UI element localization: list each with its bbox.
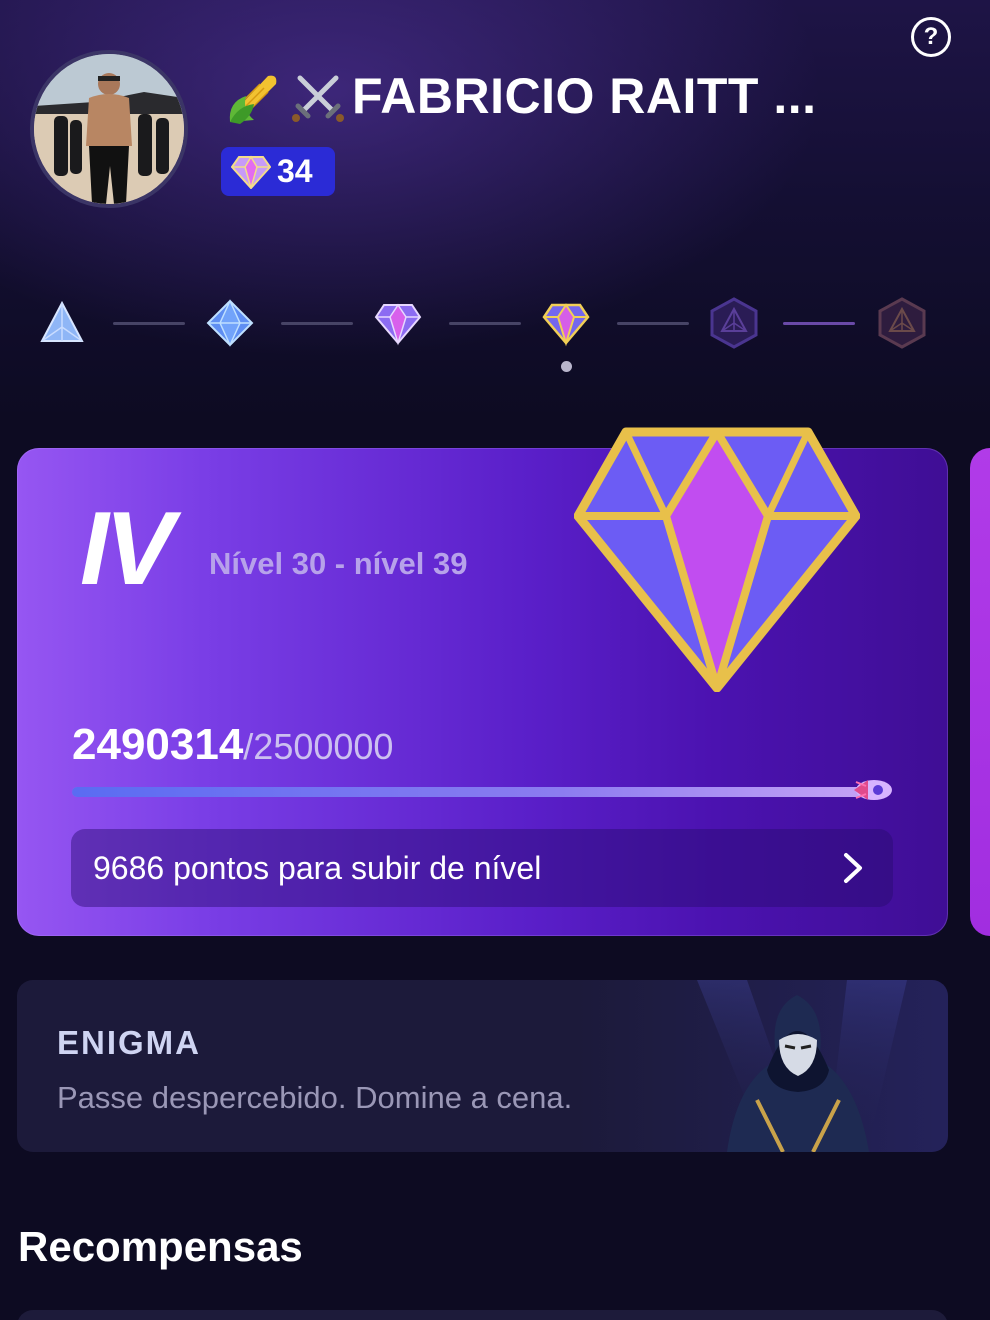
corn-emoji-icon [224,66,284,126]
points-display: 2490314/2500000 [72,720,393,770]
points-target: /2500000 [243,726,394,767]
next-level-card-peek[interactable] [970,448,990,936]
points-to-next-level-row[interactable]: 9686 pontos para subir de nível [71,829,893,907]
gem-badge[interactable]: 34 [221,147,335,196]
level-tier-roman: IV [80,491,174,607]
tier-1-icon[interactable] [36,297,88,349]
tier-6-icon-locked[interactable] [876,297,928,349]
level-progress-bar [72,787,890,797]
level-progress-fill [72,787,887,797]
app-screen: ? FABRICIO RAITT ... 34 IV Nível 30 - ní… [0,0,990,1320]
chevron-right-icon [844,853,862,883]
question-circle-icon: ? [923,23,939,50]
tier-2-icon[interactable] [204,297,256,349]
crossed-swords-icon [288,66,348,126]
points-to-next-level-text: 9686 pontos para subir de nível [93,849,542,886]
enigma-title: ENIGMA [57,1024,201,1061]
gem-icon [231,155,271,189]
user-name-row: FABRICIO RAITT ... [224,64,864,128]
tier-connector [281,322,353,325]
avatar-photo [34,54,184,204]
tier-connector [449,322,521,325]
hooded-masked-figure-icon [697,980,907,1152]
points-current: 2490314 [72,720,244,769]
tier-3-icon[interactable] [372,297,424,349]
avatar[interactable] [30,50,188,208]
tier-4-icon-current[interactable] [540,297,592,349]
enigma-subtitle: Passe despercebido. Domine a cena. [57,1080,573,1115]
tier-connector [783,322,855,325]
tier-connector [617,322,689,325]
gem-count: 34 [277,153,313,189]
tier-gem-icon [574,427,860,692]
user-name-text: FABRICIO RAITT ... [352,68,817,124]
enigma-card[interactable]: ENIGMA Passe despercebido. Domine a cena… [17,980,948,1152]
level-range: Nível 30 - nível 39 [209,546,468,581]
rewards-card-peek[interactable] [17,1310,948,1320]
help-button[interactable]: ? [911,17,951,57]
tier-connector [113,322,185,325]
tier-5-icon-locked[interactable] [708,297,760,349]
current-tier-indicator [561,361,572,372]
progress-marker-icon [854,780,892,800]
rewards-heading: Recompensas [18,1223,303,1270]
